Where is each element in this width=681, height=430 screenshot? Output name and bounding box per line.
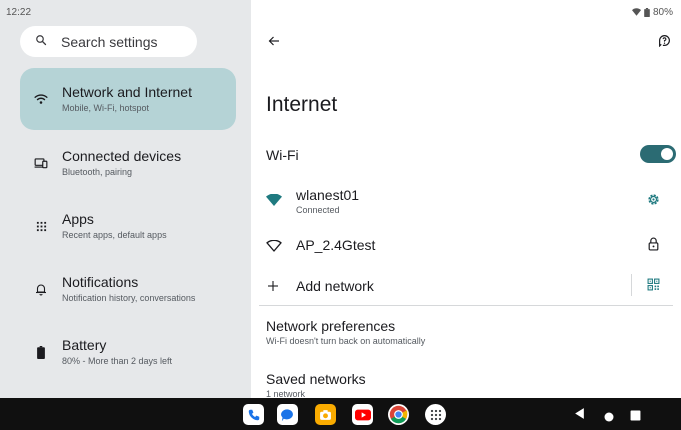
settings-sidebar: Search settings Network and Internet Mob… (0, 0, 251, 398)
plus-icon (267, 279, 279, 297)
sidebar-item-subtitle: 80% - More than 2 days left (62, 356, 173, 366)
sidebar-item-title: Network and Internet (62, 84, 192, 100)
network-status: Connected (296, 205, 340, 215)
sidebar-item-subtitle: Notification history, conversations (62, 293, 196, 303)
wifi-status-icon (631, 8, 641, 16)
bell-icon (20, 283, 62, 296)
battery-percent: 80% (652, 6, 673, 18)
network-preferences-title: Network preferences (266, 318, 396, 334)
sidebar-item-title: Notifications (62, 274, 139, 290)
saved-networks-title: Saved networks (266, 371, 366, 387)
network-preferences-subtitle: Wi-Fi doesn't turn back on automatically (266, 336, 426, 346)
overview-nav-button[interactable] (630, 408, 641, 426)
vertical-divider (631, 274, 632, 296)
search-settings-bar[interactable]: Search settings (20, 26, 197, 57)
status-time: 12:22 (6, 6, 32, 18)
network-name: wlanest01 (296, 187, 360, 203)
lock-icon (648, 237, 659, 256)
internet-settings-pane: Internet Wi-Fi wlanest01 Connected AP_2.… (251, 0, 681, 398)
sidebar-item-notifications[interactable]: Notifications Notification history, conv… (20, 264, 236, 314)
search-placeholder: Search settings (61, 33, 158, 50)
wifi-signal-filled-icon (266, 193, 282, 211)
connected-devices-icon (20, 157, 62, 169)
battery-icon (20, 345, 62, 359)
add-network-label: Add network (296, 278, 374, 294)
sidebar-item-battery[interactable]: Battery 80% - More than 2 days left (20, 327, 236, 377)
sidebar-item-title: Connected devices (62, 148, 182, 164)
sidebar-item-title: Battery (62, 337, 107, 353)
wifi-signal-outline-icon (266, 239, 282, 257)
messages-app-icon[interactable] (277, 404, 298, 425)
back-nav-button[interactable] (574, 407, 585, 425)
sidebar-item-subtitle: Bluetooth, pairing (62, 167, 133, 177)
page-title: Internet (266, 93, 338, 116)
navigation-bar (0, 398, 681, 430)
gear-icon[interactable] (647, 193, 660, 211)
wifi-label: Wi-Fi (266, 147, 299, 163)
app-drawer-icon[interactable] (425, 404, 446, 425)
help-icon[interactable] (658, 34, 671, 52)
qr-code-scan-icon[interactable] (647, 278, 660, 296)
network-name: AP_2.4Gtest (296, 237, 376, 253)
status-bar: 12:22 80% (0, 0, 681, 24)
wifi-toggle[interactable] (640, 145, 676, 163)
battery-status-icon (644, 7, 650, 17)
back-arrow-icon[interactable] (268, 34, 280, 52)
youtube-app-icon[interactable] (352, 404, 373, 425)
sidebar-item-apps[interactable]: Apps Recent apps, default apps (20, 201, 236, 251)
wifi-icon (20, 93, 62, 105)
sidebar-item-subtitle: Recent apps, default apps (62, 230, 167, 240)
sidebar-item-subtitle: Mobile, Wi-Fi, hotspot (62, 103, 150, 113)
sidebar-item-network-internet[interactable]: Network and Internet Mobile, Wi-Fi, hots… (20, 68, 236, 130)
phone-app-icon[interactable] (243, 404, 264, 425)
home-nav-button[interactable] (604, 409, 614, 427)
toggle-knob (661, 148, 673, 160)
saved-networks-subtitle: 1 network (266, 389, 306, 398)
sidebar-item-title: Apps (62, 211, 94, 227)
chrome-app-icon[interactable] (388, 404, 409, 425)
status-icons: 80% (631, 6, 673, 18)
apps-grid-icon (20, 221, 62, 232)
camera-app-icon[interactable] (315, 404, 336, 425)
section-divider (259, 305, 673, 306)
search-icon (35, 33, 47, 51)
sidebar-item-connected-devices[interactable]: Connected devices Bluetooth, pairing (20, 138, 236, 188)
